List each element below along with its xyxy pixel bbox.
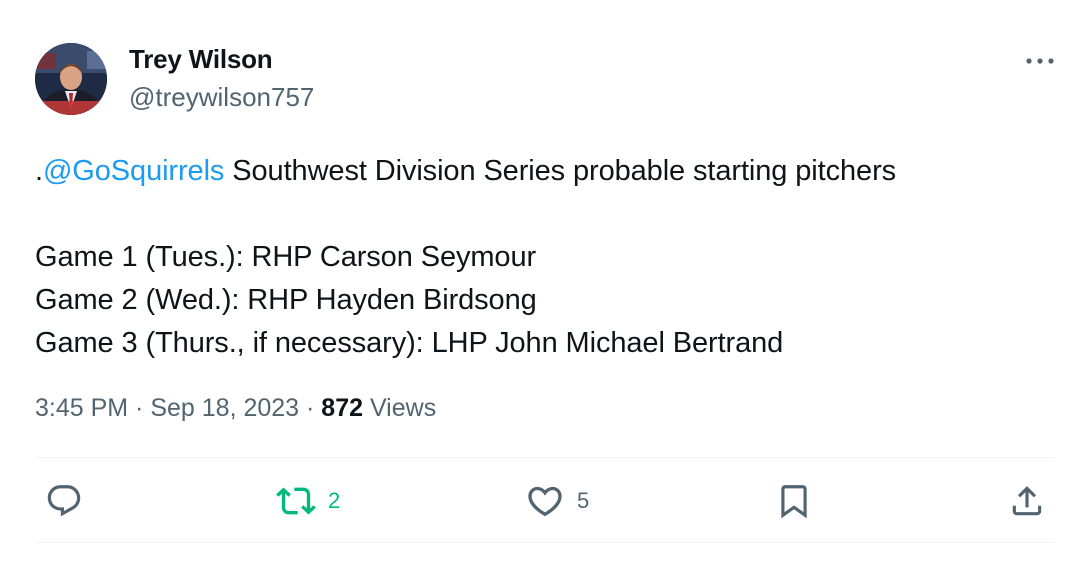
tweet-line: Game 3 (Thurs., if necessary): LHP John … [35,327,784,359]
author-name[interactable]: Trey Wilson [129,44,273,75]
meta-separator: · [128,394,151,422]
tweet-card: Trey Wilson @treywilson757 .@GoSquirrels… [0,0,1078,562]
headline-text: Southwest Division Series probable start… [224,155,897,187]
tweet-headline: .@GoSquirrels Southwest Division Series … [35,150,1045,193]
mention-prefix: . [35,155,43,187]
meta-separator: · [299,394,322,422]
tweet-line: Game 1 (Tues.): RHP Carson Seymour [35,241,537,273]
divider-top [35,457,1055,458]
mention-link[interactable]: @GoSquirrels [43,155,224,187]
share-icon [1012,486,1042,516]
repost-button[interactable]: 2 [276,480,340,522]
more-options-button[interactable] [1020,46,1060,76]
like-icon [528,486,562,517]
tweet-line: Game 2 (Wed.): RHP Hayden Birdsong [35,284,537,316]
action-bar: 2 5 [0,480,1078,522]
views-count: 872 [321,394,364,422]
reply-button[interactable] [45,480,83,522]
like-count: 5 [577,488,590,513]
views-label: Views [363,394,437,422]
divider-bottom [35,542,1055,543]
more-icon [1026,58,1054,64]
tweet-meta: 3:45 PM · Sep 18, 2023 · 872 Views [35,394,436,423]
avatar[interactable] [35,43,107,115]
bookmark-icon [781,485,807,519]
author-handle[interactable]: @treywilson757 [129,82,314,113]
tweet-date[interactable]: Sep 18, 2023 [150,394,299,422]
reply-icon [47,485,81,517]
like-button[interactable]: 5 [525,480,589,522]
repost-count: 2 [328,488,341,513]
bookmark-button[interactable] [775,480,813,522]
avatar-photo [35,43,107,115]
tweet-body: .@GoSquirrels Southwest Division Series … [35,150,1045,365]
repost-icon [276,487,316,515]
tweet-time[interactable]: 3:45 PM [35,394,128,422]
share-button[interactable] [1008,480,1046,522]
